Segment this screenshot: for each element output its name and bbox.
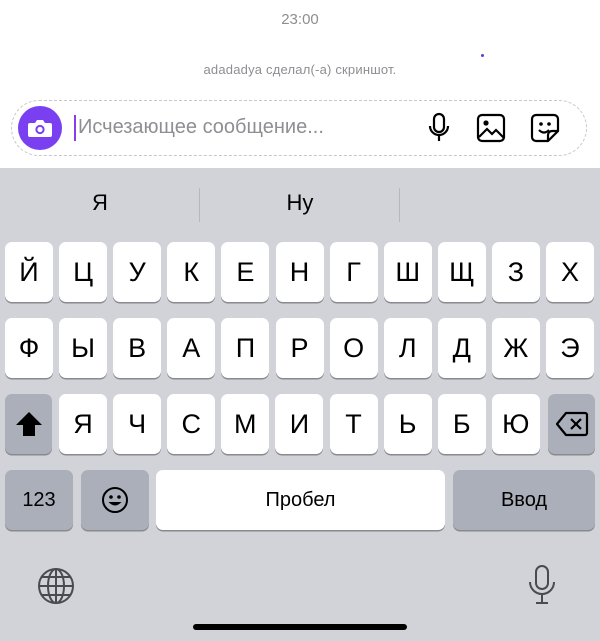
microphone-icon bbox=[529, 565, 555, 604]
key-row2-3[interactable]: А bbox=[167, 318, 216, 378]
key-row3-5[interactable]: Т bbox=[329, 394, 378, 454]
message-input[interactable]: Исчезающее сообщение... bbox=[78, 116, 324, 139]
return-key[interactable]: Ввод bbox=[453, 470, 595, 530]
chat-area: 23:00 adadadya сделал(-а) скриншот. Исче… bbox=[0, 0, 600, 168]
key-row2-4[interactable]: П bbox=[221, 318, 270, 378]
camera-button[interactable] bbox=[18, 106, 62, 150]
key-row2-0[interactable]: Ф bbox=[5, 318, 53, 378]
key-row1-5[interactable]: Н bbox=[275, 242, 324, 302]
dictation-button[interactable] bbox=[526, 564, 558, 606]
key-row1-0[interactable]: Й bbox=[5, 242, 53, 302]
key-row2-8[interactable]: Д bbox=[437, 318, 486, 378]
message-composer: Исчезающее сообщение... bbox=[11, 100, 587, 156]
camera-icon bbox=[28, 120, 52, 137]
key-row1-1[interactable]: Ц bbox=[59, 242, 108, 302]
space-key[interactable]: Пробел bbox=[156, 470, 445, 530]
suggestion-bar: Я Ну bbox=[0, 168, 600, 242]
home-indicator bbox=[193, 624, 407, 630]
key-row1-9[interactable]: З bbox=[491, 242, 540, 302]
key-row3-7[interactable]: Б bbox=[437, 394, 486, 454]
key-row1-8[interactable]: Щ bbox=[437, 242, 486, 302]
text-caret bbox=[74, 115, 76, 141]
key-row2-9[interactable]: Ж bbox=[491, 318, 540, 378]
microphone-button[interactable] bbox=[422, 111, 456, 145]
emoji-icon bbox=[102, 487, 128, 513]
key-row3-4[interactable]: И bbox=[275, 394, 324, 454]
key-row1-6[interactable]: Г bbox=[329, 242, 378, 302]
key-row1-10[interactable]: Х bbox=[546, 242, 594, 302]
key-row3-1[interactable]: Ч bbox=[113, 394, 162, 454]
key-row3-3[interactable]: М bbox=[221, 394, 270, 454]
key-row3-8[interactable]: Ю bbox=[491, 394, 540, 454]
message-timestamp: 23:00 bbox=[281, 11, 319, 28]
suggestion-2[interactable]: Ну bbox=[200, 190, 400, 220]
backspace-icon bbox=[555, 411, 588, 437]
key-row2-7[interactable]: Л bbox=[383, 318, 432, 378]
sticker-button[interactable] bbox=[528, 111, 562, 145]
key-row1-4[interactable]: Е bbox=[221, 242, 270, 302]
key-row1-3[interactable]: К bbox=[167, 242, 216, 302]
key-row2-6[interactable]: О bbox=[329, 318, 378, 378]
suggestion-1[interactable]: Я bbox=[0, 190, 200, 220]
language-switch-button[interactable] bbox=[36, 566, 76, 606]
key-row2-10[interactable]: Э bbox=[546, 318, 594, 378]
gallery-button[interactable] bbox=[474, 111, 508, 145]
shift-icon bbox=[15, 412, 42, 436]
key-row3-6[interactable]: Ь bbox=[383, 394, 432, 454]
globe-icon bbox=[38, 568, 74, 604]
key-row2-5[interactable]: Р bbox=[275, 318, 324, 378]
emoji-key[interactable] bbox=[81, 470, 149, 530]
suggestion-3[interactable] bbox=[400, 190, 600, 220]
key-row3-0[interactable]: Я bbox=[59, 394, 107, 454]
numbers-key[interactable]: 123 bbox=[5, 470, 73, 530]
shift-key[interactable] bbox=[5, 394, 52, 454]
screenshot-notice: adadadya сделал(-а) скриншот. bbox=[203, 62, 397, 77]
sticker-icon bbox=[530, 113, 560, 143]
key-row1-7[interactable]: Ш bbox=[383, 242, 432, 302]
typing-dot bbox=[481, 54, 484, 57]
key-row2-2[interactable]: В bbox=[113, 318, 162, 378]
backspace-key[interactable] bbox=[548, 394, 595, 454]
keyboard: Я Ну ЙЦУКЕНГШЩЗХ ФЫВАПРОЛДЖЭ ЯЧСМИТЬБЮ 1… bbox=[0, 168, 600, 641]
key-row2-1[interactable]: Ы bbox=[59, 318, 108, 378]
microphone-icon bbox=[428, 112, 450, 141]
gallery-icon bbox=[476, 113, 506, 143]
key-row1-2[interactable]: У bbox=[113, 242, 162, 302]
key-row3-2[interactable]: С bbox=[167, 394, 216, 454]
